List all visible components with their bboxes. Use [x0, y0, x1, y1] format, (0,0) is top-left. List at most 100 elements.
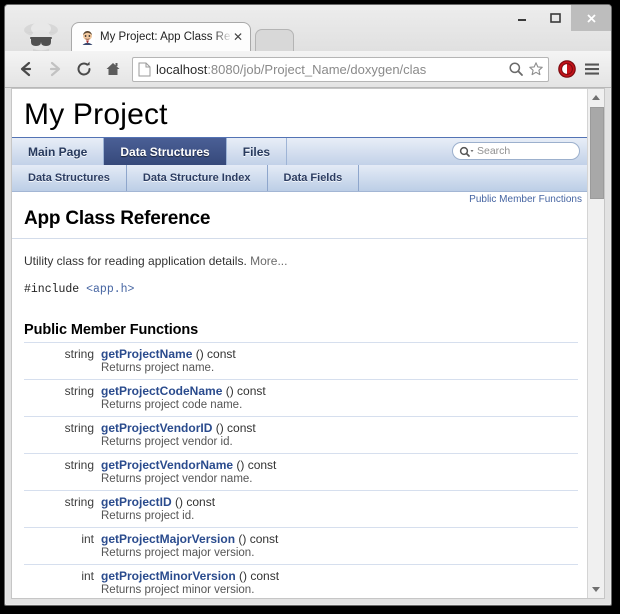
- member-return-type: string: [64, 495, 94, 509]
- doxygen-title-area: My Project: [12, 89, 588, 137]
- member-return-type: string: [64, 384, 94, 398]
- member-signature: getProjectVendorID () const: [101, 417, 578, 435]
- include-header-name[interactable]: <app.h>: [86, 283, 134, 296]
- scroll-down-arrow-icon[interactable]: [588, 581, 604, 598]
- member-signature: getProjectVendorName () const: [101, 454, 578, 472]
- member-signature: getProjectName () const: [101, 343, 578, 361]
- page-viewport: My Project Main Page Data Structures Fil…: [11, 88, 605, 599]
- member-desc-spacer: [24, 435, 101, 453]
- sub-nav-tabs: Data Structures Data Structure Index Dat…: [12, 165, 588, 192]
- member-description: Returns project minor version.: [101, 584, 255, 596]
- table-row-description: Returns project vendor id.: [24, 435, 578, 453]
- member-arguments: () const: [235, 569, 280, 583]
- member-name-link[interactable]: getProjectVendorName: [101, 458, 233, 472]
- include-keyword: #include: [24, 283, 87, 296]
- member-name-link[interactable]: getProjectName: [101, 347, 192, 361]
- member-description: Returns project major version.: [101, 547, 255, 559]
- table-row: int getProjectMajorVersion () const: [24, 528, 578, 546]
- browser-toolbar: localhost:8080/job/Project_Name/doxygen/…: [5, 51, 611, 88]
- member-return-type: int: [81, 569, 94, 583]
- scrollbar-thumb[interactable]: [590, 107, 604, 199]
- magnifier-icon: [459, 145, 475, 157]
- url-path: :8080/job/Project_Name/doxygen/clas: [207, 61, 427, 77]
- summary-link-public-member-functions[interactable]: Public Member Functions: [469, 194, 582, 205]
- member-return-type: string: [64, 347, 94, 361]
- adblock-icon[interactable]: [555, 57, 579, 81]
- member-description: Returns project vendor name.: [101, 473, 253, 485]
- tab-close-icon[interactable]: ✕: [232, 31, 244, 43]
- member-desc-spacer: [24, 546, 101, 564]
- home-icon[interactable]: [100, 56, 126, 82]
- subnav-data-structures[interactable]: Data Structures: [12, 165, 127, 191]
- member-return-type: int: [81, 532, 94, 546]
- member-arguments: () const: [233, 458, 277, 472]
- browser-tab[interactable]: My Project: App Class Ref ✕: [71, 22, 251, 51]
- table-row-description: Returns project vendor name.: [24, 472, 578, 490]
- table-row: string getProjectVendorName () const: [24, 454, 578, 472]
- member-signature: getProjectMajorVersion () const: [101, 528, 578, 546]
- member-name-link[interactable]: getProjectID: [101, 495, 172, 509]
- summary-links: Public Member Functions: [12, 192, 588, 206]
- member-desc-spacer: [24, 583, 101, 598]
- table-row-description: Returns project minor version.: [24, 583, 578, 598]
- table-row: string getProjectCodeName () const: [24, 380, 578, 398]
- more-link[interactable]: More...: [250, 254, 287, 268]
- member-description: Returns project code name.: [101, 399, 243, 411]
- project-name: My Project: [24, 98, 168, 131]
- search-box[interactable]: Search: [452, 142, 580, 160]
- reload-icon[interactable]: [71, 56, 97, 82]
- member-name-link[interactable]: getProjectMinorVersion: [101, 569, 236, 583]
- member-desc-spacer: [24, 472, 101, 490]
- tab-strip: My Project: App Class Ref ✕: [5, 22, 611, 52]
- nav-tab-data-structures[interactable]: Data Structures: [104, 138, 227, 165]
- vertical-scrollbar[interactable]: [587, 89, 604, 598]
- member-name-link[interactable]: getProjectCodeName: [101, 384, 222, 398]
- member-desc-spacer: [24, 509, 101, 527]
- table-row-description: Returns project code name.: [24, 398, 578, 416]
- include-directive: #include <app.h>: [24, 283, 578, 296]
- member-description: Returns project name.: [101, 362, 215, 374]
- member-arguments: () const: [222, 384, 266, 398]
- main-nav-tabs: Main Page Data Structures Files Search: [12, 137, 588, 165]
- url-text: localhost:8080/job/Project_Name/doxygen/…: [156, 62, 506, 77]
- member-name-link[interactable]: getProjectVendorID: [101, 421, 212, 435]
- title-bar: My Project: App Class Ref ✕: [5, 5, 611, 52]
- class-brief-description: Utility class for reading application de…: [24, 253, 578, 269]
- table-row: string getProjectID () const: [24, 491, 578, 509]
- url-host: localhost: [156, 61, 208, 77]
- member-arguments: () const: [192, 347, 236, 361]
- member-signature: getProjectCodeName () const: [101, 380, 578, 398]
- table-row: int getProjectMinorVersion () const: [24, 565, 578, 583]
- forward-icon[interactable]: [42, 56, 68, 82]
- member-arguments: () const: [235, 532, 279, 546]
- search-zoom-icon[interactable]: [506, 59, 526, 79]
- member-name-link[interactable]: getProjectMajorVersion: [101, 532, 235, 546]
- section-title-public-member-functions: Public Member Functions: [24, 322, 199, 338]
- member-return-type: string: [64, 458, 94, 472]
- nav-tab-main-page[interactable]: Main Page: [12, 138, 105, 165]
- page-document-icon: [138, 62, 151, 77]
- member-arguments: () const: [212, 421, 256, 435]
- tab-title: My Project: App Class Ref: [100, 31, 232, 43]
- page-title: App Class Reference: [24, 208, 211, 229]
- back-icon[interactable]: [13, 56, 39, 82]
- member-arguments: () const: [171, 495, 216, 509]
- scroll-up-arrow-icon[interactable]: [588, 89, 604, 106]
- address-bar[interactable]: localhost:8080/job/Project_Name/doxygen/…: [132, 56, 549, 82]
- brief-text: Utility class for reading application de…: [24, 254, 247, 268]
- search-placeholder: Search: [477, 145, 511, 157]
- subnav-data-fields[interactable]: Data Fields: [268, 165, 360, 191]
- nav-tab-files[interactable]: Files: [227, 138, 288, 165]
- member-desc-spacer: [24, 398, 101, 416]
- member-signature: getProjectMinorVersion () const: [101, 565, 578, 583]
- subnav-data-structure-index[interactable]: Data Structure Index: [127, 165, 268, 191]
- table-row-description: Returns project major version.: [24, 546, 578, 564]
- star-icon[interactable]: [526, 59, 546, 79]
- table-row-description: Returns project id.: [24, 509, 578, 527]
- new-tab-button[interactable]: [255, 29, 294, 52]
- subnav-spacer: [359, 165, 588, 191]
- hamburger-menu-icon[interactable]: [579, 56, 605, 82]
- header-title: App Class Reference: [12, 206, 588, 239]
- table-row: string getProjectName () const: [24, 343, 578, 361]
- table-row-description: Returns project name.: [24, 361, 578, 379]
